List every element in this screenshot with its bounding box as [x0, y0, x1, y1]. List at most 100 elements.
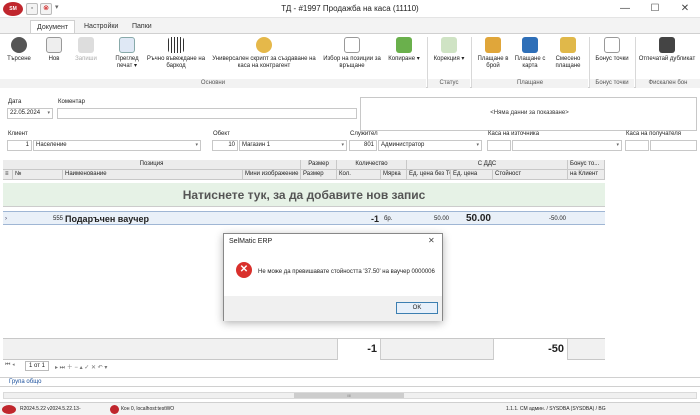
chevron-down-icon[interactable]: ▾ — [47, 109, 50, 118]
bonus-card-icon — [604, 37, 620, 53]
qty-total: -1 — [337, 339, 381, 360]
status-bar: R2024.5.22 v2024.5.22.13- Кон 0, localho… — [0, 402, 700, 415]
ok-button[interactable]: OK — [396, 302, 438, 314]
new-document-icon — [46, 37, 62, 53]
row-indicator-icon: › — [5, 216, 7, 222]
ribbon: Търсене Нов Запиши Преглед печат ▾ Ръчно… — [0, 33, 700, 88]
barcode-icon — [168, 37, 184, 53]
recipient-cash-code-field[interactable] — [625, 140, 649, 151]
error-icon: ✕ — [236, 262, 252, 278]
page-indicator: 1 от 1 — [25, 361, 49, 371]
title-bar: SM ▫ ⊗ ▾ ТД - #1997 Продажба на каса (11… — [0, 0, 700, 18]
object-name-field[interactable]: Магазин 1 ▾ — [239, 140, 347, 151]
recipient-cash-field[interactable] — [650, 140, 697, 151]
column-mini-image[interactable]: Мини изображение — [243, 170, 301, 180]
minimize-button[interactable]: — — [610, 0, 640, 18]
print-preview-icon — [119, 37, 135, 53]
column-size[interactable]: Размер — [301, 170, 337, 180]
source-cash-field[interactable]: ▾ — [512, 140, 622, 151]
row-unit: бр. — [384, 216, 393, 222]
column-value[interactable]: Стойност — [493, 170, 568, 180]
comment-label: Коментар — [58, 99, 85, 105]
pay-card-button[interactable]: Плащане с карта — [512, 37, 548, 79]
filter-icon[interactable]: ≡ — [3, 170, 13, 180]
header-bonus[interactable]: Бонус то... — [568, 160, 605, 170]
print-preview-button[interactable]: Преглед печат ▾ — [110, 37, 144, 79]
tab-document[interactable]: Документ — [30, 20, 76, 33]
copy-button[interactable]: Копиране ▾ — [386, 37, 422, 79]
column-price[interactable]: Ед. цена — [451, 170, 493, 180]
mixed-payment-button[interactable]: Смесено плащане — [550, 37, 586, 79]
client-label: Клиент — [8, 131, 28, 137]
dialog-title: SelMatic ERP — [229, 238, 273, 245]
column-num[interactable]: № — [13, 170, 63, 180]
nav-buttons-icon[interactable]: ▸ ⏭ ＋ − ▴ ✓ ✕ ↶ ▾ — [55, 362, 107, 372]
tab-settings[interactable]: Настройки — [78, 20, 124, 33]
copy-icon — [396, 37, 412, 53]
chevron-down-icon[interactable]: ▾ — [341, 141, 344, 150]
client-code-field[interactable]: 1 — [7, 140, 32, 151]
correction-button[interactable]: Корекция ▾ — [430, 37, 468, 79]
column-unit[interactable]: Мярка — [381, 170, 407, 180]
maximize-button[interactable]: ☐ — [640, 0, 670, 18]
horizontal-scrollbar[interactable]: III — [3, 392, 697, 399]
universal-script-button[interactable]: Универсален скрипт за създаване на каса … — [210, 37, 318, 79]
new-button[interactable]: Нов — [44, 37, 64, 79]
row-name: Подаръчен ваучер — [65, 214, 149, 224]
close-button[interactable]: ✕ — [670, 0, 700, 18]
pay-cash-button[interactable]: Плащане в брой — [476, 37, 510, 79]
employee-code-field[interactable]: 801 — [349, 140, 377, 151]
group-main-label: Основни — [0, 79, 426, 88]
grid-group-header: Позиция Размер Количество С ДДС Бонус то… — [3, 160, 605, 170]
correction-icon — [441, 37, 457, 53]
print-duplicate-button[interactable]: Отпечатай дубликат — [638, 37, 696, 79]
chevron-down-icon[interactable]: ▾ — [616, 141, 619, 150]
dialog-close-button[interactable]: ✕ — [428, 236, 435, 245]
table-row[interactable]: › 555 Подаръчен ваучер -1 бр. 50.00 50.0… — [3, 211, 605, 225]
card-icon — [522, 37, 538, 53]
column-price-no-vat[interactable]: Ед. цена без ТО — [407, 170, 451, 180]
column-qty[interactable]: Кол. — [337, 170, 381, 180]
object-label: Обект — [213, 131, 230, 137]
coins-icon — [256, 37, 272, 53]
object-code-field[interactable]: 10 — [212, 140, 238, 151]
source-cash-label: Каса на източника — [488, 131, 540, 137]
manual-barcode-button[interactable]: Ръчно въвеждане на баркод — [146, 37, 206, 79]
source-cash-code-field[interactable] — [487, 140, 511, 151]
select-return-items-button[interactable]: Избор на позиции за връщане — [320, 37, 384, 79]
binoculars-icon — [11, 37, 27, 53]
row-value: -50.00 — [548, 216, 566, 222]
comment-field[interactable] — [57, 108, 357, 119]
search-button[interactable]: Търсене — [4, 37, 34, 79]
record-navigator: ⏮ ◂ 1 от 1 ▸ ⏭ ＋ − ▴ ✓ ✕ ↶ ▾ — [3, 360, 605, 372]
group-bar: Група общо — [0, 377, 700, 387]
return-items-icon — [344, 37, 360, 53]
scroll-thumb[interactable]: III — [294, 393, 404, 398]
value-total: -50 — [493, 339, 568, 360]
header-position[interactable]: Позиция — [3, 160, 301, 170]
client-name-field[interactable]: Население ▾ — [33, 140, 201, 151]
bonus-points-button[interactable]: Бонус точки — [594, 37, 630, 79]
preview-panel: <Няма данни за показване> — [360, 97, 697, 131]
employee-name-field[interactable]: Администратор ▾ — [378, 140, 482, 151]
new-record-prompt: Натиснете тук, за да добавите нов запис — [182, 188, 426, 202]
column-bonus-client[interactable]: на Клиент — [568, 170, 605, 180]
connection-text: Кон 0, localhost:testWO — [121, 406, 175, 412]
first-record-icon[interactable]: ⏮ ◂ — [5, 362, 15, 369]
ribbon-tabs: Документ Настройки Папки — [0, 18, 700, 33]
group-total-link[interactable]: Група общо — [9, 379, 41, 385]
save-button[interactable]: Запиши — [70, 37, 102, 79]
header-quantity[interactable]: Количество — [337, 160, 407, 170]
chevron-down-icon[interactable]: ▾ — [476, 141, 479, 150]
new-record-row[interactable]: Натиснете тук, за да добавите нов запис — [3, 183, 605, 207]
chevron-down-icon[interactable]: ▾ — [195, 141, 198, 150]
tab-folders[interactable]: Папки — [126, 20, 158, 33]
version-text: R2024.5.22 v2024.5.22.13- — [20, 406, 81, 412]
fiscal-printer-icon — [659, 37, 675, 53]
connection-status-icon — [110, 405, 119, 414]
date-field[interactable]: 22.05.2024 ▾ — [7, 108, 53, 119]
column-name[interactable]: Наименование — [63, 170, 243, 180]
group-fiscal-label: Фискален бон — [636, 79, 700, 88]
header-size[interactable]: Размер — [301, 160, 337, 170]
header-vat[interactable]: С ДДС — [407, 160, 568, 170]
